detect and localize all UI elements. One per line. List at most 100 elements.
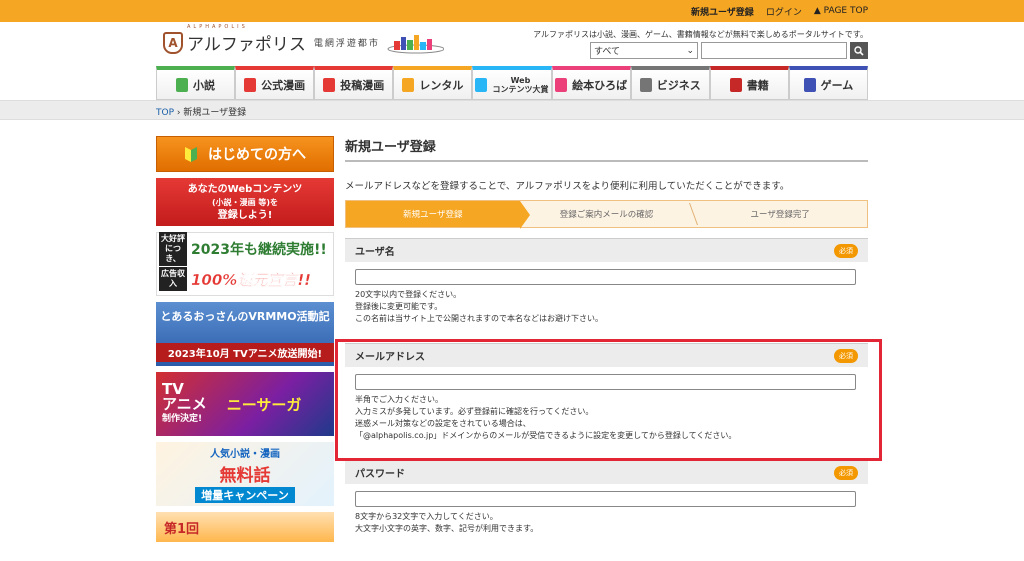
field-note: 20文字以内で登録ください。 登録後に変更可能です。 この名前は当サイト上で公開…	[355, 289, 858, 325]
gamepad-icon	[803, 77, 816, 92]
banner-text: 2023年も継続実施!!	[191, 242, 327, 258]
main-nav: 小説 公式漫画 投稿漫画 レンタル Web コンテンツ大賞 絵本ひろば ビジネス …	[156, 66, 868, 100]
password-input[interactable]	[355, 491, 856, 507]
nav-books[interactable]: 書籍	[709, 66, 789, 100]
banner-tag: 広告収入	[159, 267, 187, 291]
tagline: アルファポリスは小説、漫画、ゲーム、書籍情報などが無料で楽しめるポータルサイトで…	[533, 30, 868, 39]
required-badge: 必須	[834, 465, 858, 480]
banner-text: 2023年10月 TVアニメ放送開始!	[156, 343, 334, 362]
nav-label: 書籍	[746, 78, 769, 92]
banner-text: あなたのWebコンテンツ	[187, 183, 303, 195]
manga-icon	[323, 77, 336, 92]
book-icon	[729, 77, 742, 92]
step-1: 新規ユーザ登録	[346, 201, 530, 229]
banner-anime-label: アニメ	[162, 394, 207, 413]
free-episodes-banner[interactable]: 人気小説・漫画 無料話 増量キャンペーン	[156, 442, 334, 506]
breadcrumb-separator: ›	[174, 108, 184, 118]
nav-label: ビジネス	[656, 78, 701, 92]
nav-picture-book[interactable]: 絵本ひろば	[551, 66, 631, 100]
search-bar: すべて ⌄	[590, 42, 868, 59]
password-section: パスワード 必須 8文字から32文字で入力してください。 大文字小文字の英字、数…	[345, 460, 868, 539]
search-button[interactable]	[850, 42, 868, 59]
nav-web-contents-award[interactable]: Web コンテンツ大賞	[472, 66, 552, 100]
breadcrumb-current: 新規ユーザ登録	[183, 108, 247, 118]
site-logo[interactable]: ALPHAPOLIS A アルファポリス 電網浮遊都市	[163, 24, 444, 55]
note-line: 20文字以内で登録ください。	[355, 290, 462, 299]
main-content: 新規ユーザ登録 メールアドレスなどを登録することで、アルファポリスをより便利に利…	[345, 136, 868, 539]
note-line: 「@alphapolis.co.jp」ドメインからのメールが受信できるように設定…	[355, 431, 737, 440]
nav-label: 投稿漫画	[340, 78, 385, 92]
required-badge: 必須	[834, 348, 858, 363]
manga-icon	[244, 77, 257, 92]
top-bar: 新規ユーザ登録 ログイン ▲ PAGE TOP	[0, 0, 1024, 22]
field-body: 半角でご入力ください。 入力ミスが多発しています。必ず登録前に確認を行ってくださ…	[345, 367, 868, 446]
nav-rental[interactable]: レンタル	[393, 66, 473, 100]
banner-text: 増量キャンペーン	[195, 487, 295, 503]
note-line: この名前は当サイト上で公開されますので本名などはお避け下さい。	[355, 314, 603, 323]
nav-label: ゲーム	[820, 78, 854, 92]
field-header: ユーザ名 必須	[345, 238, 868, 262]
nav-official-manga[interactable]: 公式漫画	[235, 66, 315, 100]
ad-revenue-banner[interactable]: 大好評につき、 2023年も継続実施!! 広告収入 100%還元宣言!!	[156, 232, 334, 296]
logo-latin-text: ALPHAPOLIS	[187, 24, 248, 30]
saga-anime-banner[interactable]: TV アニメ 制作決定! ニーサーガ	[156, 372, 334, 436]
field-body: 8文字から32文字で入力してください。 大文字小文字の英字、数字、記号が利用でき…	[345, 484, 868, 539]
banner-text: 無料話	[219, 466, 271, 486]
logo-text: アルファポリス	[187, 35, 306, 55]
breadcrumb-top-link[interactable]: TOP	[156, 108, 174, 118]
banner-tag: 大好評につき、	[159, 232, 187, 266]
banner-decided-label: 制作決定!	[162, 413, 203, 424]
email-input[interactable]	[355, 374, 856, 390]
nav-business[interactable]: ビジネス	[630, 66, 710, 100]
search-category-select[interactable]: すべて ⌄	[590, 42, 698, 59]
picture-book-icon	[555, 77, 568, 92]
nav-label: 小説	[193, 78, 216, 92]
note-line: 迷惑メール対策などの設定をされている場合は、	[355, 419, 531, 428]
vrmmo-anime-banner[interactable]: とあるおっさんのVRMMO活動記 2023年10月 TVアニメ放送開始!	[156, 302, 334, 366]
breadcrumb: TOP › 新規ユーザ登録	[156, 105, 246, 118]
nav-label: レンタル	[419, 78, 464, 92]
new-user-link[interactable]: 新規ユーザ登録	[691, 5, 754, 18]
breadcrumb-bar: TOP › 新規ユーザ登録	[0, 100, 1024, 120]
logo-mark-icon: A	[163, 31, 183, 54]
chart-icon	[639, 77, 652, 92]
search-icon	[854, 45, 864, 56]
novel-icon	[176, 77, 189, 92]
step-3: ユーザ登録完了	[750, 210, 810, 220]
login-link[interactable]: ログイン	[766, 5, 802, 18]
note-line: 8文字から32文字で入力してください。	[355, 512, 498, 521]
field-note: 半角でご入力ください。 入力ミスが多発しています。必ず登録前に確認を行ってくださ…	[355, 394, 858, 442]
banner-text: TV アニメ 制作決定!	[162, 381, 207, 427]
beginner-mark-icon	[185, 147, 197, 162]
banner-text: とあるおっさんのVRMMO活動記	[160, 310, 330, 323]
field-header: メールアドレス 必須	[345, 343, 868, 367]
banner-text: 第1回	[164, 521, 200, 537]
chevron-down-icon: ⌄	[686, 45, 694, 56]
banner-text: 100%還元宣言!!	[191, 270, 312, 289]
page-top-link[interactable]: ▲ PAGE TOP	[814, 6, 868, 16]
banner-row: 広告収入 100%還元宣言!!	[157, 265, 333, 293]
username-input[interactable]	[355, 269, 856, 285]
trophy-icon	[475, 77, 488, 92]
username-section: ユーザ名 必須 20文字以内で登録ください。 登録後に変更可能です。 この名前は…	[345, 238, 868, 329]
nav-label: 絵本ひろば	[572, 78, 628, 92]
nav-novel[interactable]: 小説	[156, 66, 236, 100]
banner-text: はじめての方へ	[208, 147, 306, 163]
required-badge: 必須	[834, 243, 858, 258]
sidebar: はじめての方へ あなたのWebコンテンツ (小説・漫画 等)を 登録しよう! 大…	[156, 136, 334, 548]
nav-posted-manga[interactable]: 投稿漫画	[314, 66, 394, 100]
email-section: メールアドレス 必須 半角でご入力ください。 入力ミスが多発しています。必ず登録…	[345, 343, 868, 446]
beginners-guide-banner[interactable]: はじめての方へ	[156, 136, 334, 172]
field-label: メールアドレス	[355, 352, 425, 363]
logo-subtitle: 電網浮遊都市	[313, 39, 380, 49]
field-label: ユーザ名	[355, 247, 395, 258]
nav-game[interactable]: ゲーム	[788, 66, 868, 100]
note-line: 登録後に変更可能です。	[355, 302, 443, 311]
field-body: 20文字以内で登録ください。 登録後に変更可能です。 この名前は当サイト上で公開…	[345, 262, 868, 329]
register-content-banner[interactable]: あなたのWebコンテンツ (小説・漫画 等)を 登録しよう!	[156, 178, 334, 226]
field-header: パスワード 必須	[345, 460, 868, 484]
search-input[interactable]	[701, 42, 847, 59]
contest-banner[interactable]: 第1回	[156, 512, 334, 542]
field-label: パスワード	[355, 469, 405, 480]
banner-text: (小説・漫画 等)を	[211, 197, 279, 207]
